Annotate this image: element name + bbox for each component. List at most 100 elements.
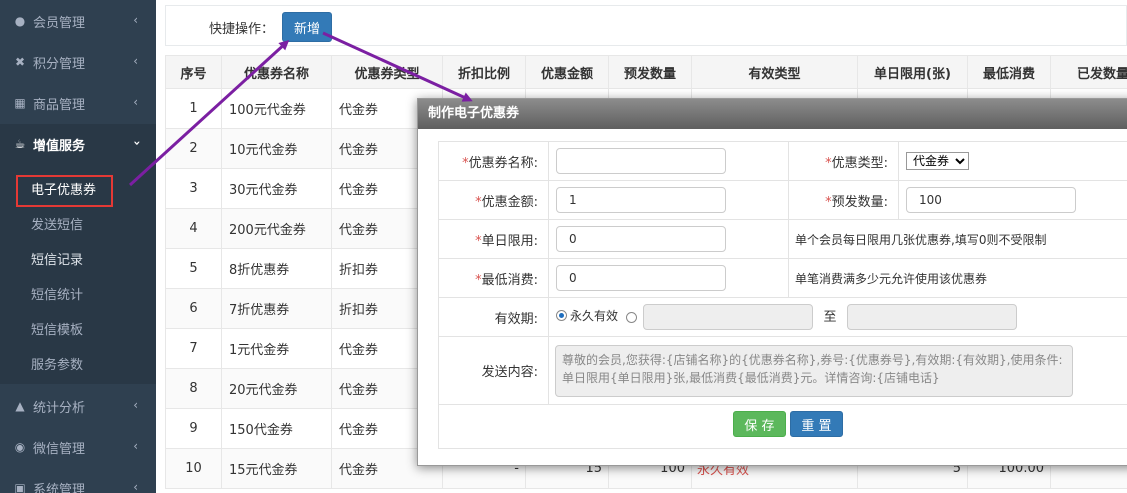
cell-name: 15元代金券 xyxy=(221,448,332,489)
coupon-qty-label: *预发数量: xyxy=(788,180,899,220)
nav-label: 增值服务 xyxy=(33,138,86,154)
cell-no: 6 xyxy=(165,288,222,329)
nav-label: 商品管理 xyxy=(33,97,86,113)
nav-value-added[interactable]: ☕ 增值服务 ‹ xyxy=(0,124,156,164)
submenu-item-service-params[interactable]: 服务参数 xyxy=(0,346,156,380)
coupon-type-select[interactable]: 代金券 xyxy=(906,152,969,170)
nav-label: 积分管理 xyxy=(33,56,86,72)
coupon-amount-input[interactable] xyxy=(556,187,726,213)
chevron-left-icon: ‹ xyxy=(133,54,138,68)
nav-stats[interactable]: ▲ 统计分析 ‹ xyxy=(0,386,156,426)
submenu-item-sms-template[interactable]: 短信模板 xyxy=(0,311,156,345)
add-button[interactable]: 新增 xyxy=(282,12,332,42)
radio-checked-icon[interactable] xyxy=(556,310,567,321)
highlight-box xyxy=(16,175,113,207)
chevron-left-icon: ‹ xyxy=(133,13,138,27)
validity-end-input[interactable] xyxy=(846,304,1017,330)
submenu-item-sms-stats[interactable]: 短信统计 xyxy=(0,276,156,310)
coupon-qty-input[interactable] xyxy=(906,187,1076,213)
user-icon: ● xyxy=(14,14,26,28)
cell-no: 10 xyxy=(165,448,222,489)
cell-name: 100元代金券 xyxy=(221,88,332,129)
validity-range-radio[interactable] xyxy=(626,312,638,323)
submenu-label: 短信统计 xyxy=(31,287,84,303)
chevron-left-icon: ‹ xyxy=(133,398,138,412)
min-spend-label: *最低消费: xyxy=(438,258,549,298)
grid-icon: ▦ xyxy=(14,96,26,110)
chevron-left-icon: ‹ xyxy=(133,439,138,453)
col-header[interactable]: 优惠券名称 xyxy=(221,55,332,89)
validity-start-input[interactable] xyxy=(643,304,814,330)
cell-no: 9 xyxy=(165,408,222,449)
cell-name: 200元代金券 xyxy=(221,208,332,249)
validity-permanent-option[interactable]: 永久有效 xyxy=(556,307,618,324)
coupon-form: *优惠券名称: *优惠类型: 代金券 *优惠金额: *预发数量: *单日限用: … xyxy=(438,141,1127,449)
nav-member[interactable]: ● 会员管理 ‹ xyxy=(0,1,156,41)
nav-label: 系统管理 xyxy=(33,482,86,493)
cell-no: 4 xyxy=(165,208,222,249)
submenu-item-sms-log[interactable]: 短信记录 xyxy=(0,241,156,275)
col-header[interactable]: 优惠金额 xyxy=(525,55,609,89)
col-header[interactable]: 序号 xyxy=(165,55,222,89)
quick-actions-bar: 快捷操作： 新增 xyxy=(165,5,1127,46)
cell-no: 5 xyxy=(165,248,222,289)
dialog-title[interactable]: 制作电子优惠券 xyxy=(418,99,1127,129)
cell-name: 150代金券 xyxy=(221,408,332,449)
submenu-label: 短信记录 xyxy=(31,252,84,268)
submenu-value-added: 电子优惠券 发送短信 短信记录 短信统计 短信模板 服务参数 xyxy=(0,164,156,384)
points-icon: ✖ xyxy=(14,55,26,69)
nav-points[interactable]: ✖ 积分管理 ‹ xyxy=(0,42,156,82)
min-spend-hint: 单笔消费满多少元允许使用该优惠券 xyxy=(795,271,988,286)
submenu-label: 服务参数 xyxy=(31,357,84,373)
validity-label: 有效期: xyxy=(438,297,549,337)
cell-no: 1 xyxy=(165,88,222,129)
coupon-type-label: *优惠类型: xyxy=(788,141,899,181)
nav-label: 会员管理 xyxy=(33,15,86,31)
col-header[interactable]: 最低消费 xyxy=(967,55,1051,89)
cell-name: 20元代金券 xyxy=(221,368,332,409)
quick-actions-label: 快捷操作： xyxy=(209,22,275,37)
table-header-row: 序号 优惠券名称 优惠券类型 折扣比例 优惠金额 预发数量 有效类型 单日限用(… xyxy=(165,55,1127,89)
coffee-icon: ☕ xyxy=(14,137,26,151)
submenu-item-coupon[interactable]: 电子优惠券 xyxy=(0,171,156,207)
daily-limit-input[interactable] xyxy=(556,226,726,252)
sidebar: ● 会员管理 ‹ ✖ 积分管理 ‹ ▦ 商品管理 ‹ ☕ 增值服务 ‹ 电子优惠… xyxy=(0,0,156,493)
system-icon: ▣ xyxy=(14,481,26,493)
daily-limit-label: *单日限用: xyxy=(438,219,549,259)
col-header[interactable]: 优惠券类型 xyxy=(331,55,443,89)
col-header[interactable]: 预发数量 xyxy=(608,55,692,89)
send-content-textarea[interactable]: 尊敬的会员,您获得:{店铺名称}的{优惠券名称},券号:{优惠券号},有效期:{… xyxy=(555,344,1073,397)
cell-name: 30元代金券 xyxy=(221,168,332,209)
submenu-item-send-sms[interactable]: 发送短信 xyxy=(0,206,156,240)
wechat-icon: ◉ xyxy=(14,440,26,454)
chevron-left-icon: ‹ xyxy=(133,95,138,109)
cell-name: 1元代金券 xyxy=(221,328,332,369)
min-spend-input[interactable] xyxy=(556,265,726,291)
coupon-amount-label: *优惠金额: xyxy=(438,180,549,220)
reset-button[interactable]: 重 置 xyxy=(790,411,843,437)
chevron-down-icon: ‹ xyxy=(129,140,144,146)
coupon-name-label: *优惠券名称: xyxy=(438,141,549,181)
nav-system[interactable]: ▣ 系统管理 ‹ xyxy=(0,468,156,493)
chevron-left-icon: ‹ xyxy=(133,480,138,493)
nav-goods[interactable]: ▦ 商品管理 ‹ xyxy=(0,83,156,123)
coupon-name-input[interactable] xyxy=(556,148,726,174)
chart-icon: ▲ xyxy=(15,399,25,413)
cell-no: 8 xyxy=(165,368,222,409)
save-button[interactable]: 保 存 xyxy=(733,411,786,437)
cell-no: 7 xyxy=(165,328,222,369)
submenu-label: 发送短信 xyxy=(31,217,84,233)
cell-name: 8折优惠券 xyxy=(221,248,332,289)
nav-label: 微信管理 xyxy=(33,441,86,457)
send-content-label: 发送内容: xyxy=(438,336,549,405)
cell-no: 2 xyxy=(165,128,222,169)
col-header[interactable]: 单日限用(张) xyxy=(857,55,968,89)
col-header[interactable]: 折扣比例 xyxy=(442,55,526,89)
cell-no: 3 xyxy=(165,168,222,209)
nav-wechat[interactable]: ◉ 微信管理 ‹ xyxy=(0,427,156,467)
col-header[interactable]: 已发数量 xyxy=(1050,55,1127,89)
col-header[interactable]: 有效类型 xyxy=(691,55,858,89)
cell-name: 7折优惠券 xyxy=(221,288,332,329)
create-coupon-dialog: 制作电子优惠券 *优惠券名称: *优惠类型: 代金券 *优惠金额: *预发数量:… xyxy=(417,98,1127,466)
to-label: 至 xyxy=(823,310,837,325)
